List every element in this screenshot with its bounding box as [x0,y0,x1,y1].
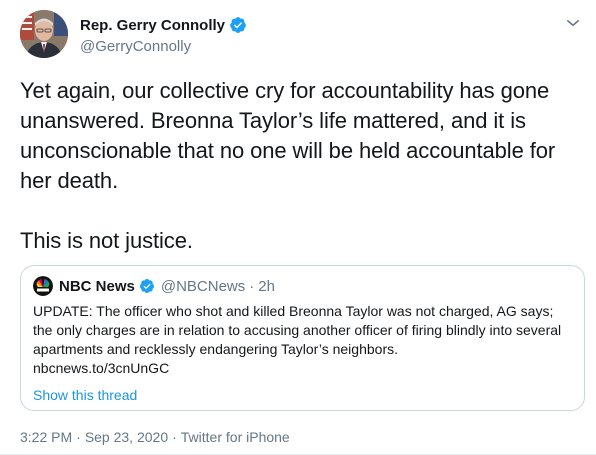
show-thread-link[interactable]: Show this thread [33,387,572,403]
verified-badge-icon [230,17,246,33]
congressman-portrait-icon [20,10,68,58]
tweet-date[interactable]: Sep 23, 2020 [85,429,168,445]
tweet-time[interactable]: 3:22 PM [20,429,72,445]
quoted-separator: · [249,277,255,295]
tweet-paragraph: This is not justice. [20,228,193,253]
tweet-metadata: 3:22 PM · Sep 23, 2020 · Twitter for iPh… [20,429,290,445]
quoted-author-name[interactable]: NBC News [59,278,135,295]
tweet-text: Yet again, our collective cry for accoun… [20,76,585,256]
author-display-name[interactable]: Rep. Gerry Connolly [80,17,225,34]
chevron-down-icon[interactable] [564,14,582,32]
quoted-tweet-text: UPDATE: The officer who shot and killed … [33,302,572,378]
quoted-author-handle[interactable]: @NBCNews [161,278,245,295]
quoted-tweet[interactable]: NBC News @NBCNews · 2h UPDATE: The offic… [20,265,585,411]
quoted-tweet-header: NBC News @NBCNews · 2h [33,276,572,296]
author-handle[interactable]: @GerryConnolly [80,38,247,55]
quoted-tweet-link[interactable]: nbcnews.to/3cnUnGC [33,359,572,378]
meta-separator: · [76,429,81,445]
quoted-timestamp[interactable]: 2h [258,278,275,295]
author-info[interactable]: Rep. Gerry Connolly @GerryConnolly [80,14,247,55]
tweet-card: Rep. Gerry Connolly @GerryConnolly Yet a… [0,0,596,455]
tweet-paragraph: Yet again, our collective cry for accoun… [20,78,556,193]
tweet-source[interactable]: Twitter for iPhone [181,429,290,445]
nbc-peacock-logo-icon [33,276,53,296]
author-avatar[interactable] [20,10,68,58]
author-name-row: Rep. Gerry Connolly [80,14,247,36]
verified-badge-icon [139,279,154,293]
quoted-tweet-body: UPDATE: The officer who shot and killed … [33,303,562,357]
meta-separator: · [172,429,177,445]
